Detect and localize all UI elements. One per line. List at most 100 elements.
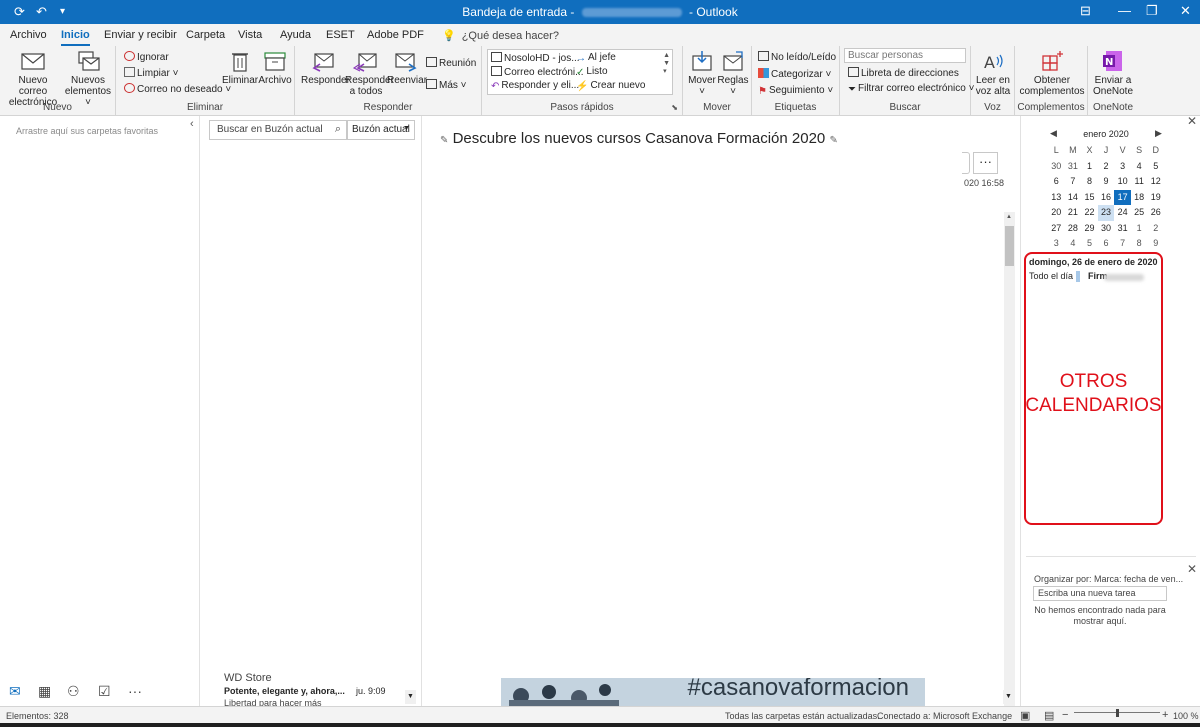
- more-actions-button[interactable]: ···: [973, 152, 998, 174]
- calendar-day[interactable]: 6: [1098, 236, 1115, 252]
- rules-button[interactable]: Reglas ˅: [717, 50, 749, 97]
- calendar-day[interactable]: 5: [1081, 236, 1098, 252]
- calendar-day[interactable]: 8: [1131, 236, 1148, 252]
- new-items-button[interactable]: Nuevos elementos ˅: [64, 50, 112, 108]
- calendar-day[interactable]: 3: [1114, 159, 1131, 175]
- calendar-day[interactable]: 21: [1065, 205, 1082, 221]
- quick-step-al-jefe[interactable]: → Al jefe: [576, 52, 616, 64]
- calendar-day[interactable]: 18: [1131, 190, 1148, 206]
- categorize-button[interactable]: Categorizar ˅: [758, 68, 831, 80]
- quick-step-nosolohd[interactable]: NosoloHD - jos...: [491, 52, 580, 64]
- zoom-level[interactable]: 100 %: [1173, 711, 1199, 721]
- calendar-day[interactable]: 3: [1048, 236, 1065, 252]
- search-icon[interactable]: ⌕: [335, 123, 341, 136]
- calendar-nav-icon[interactable]: ▦: [38, 683, 51, 700]
- calendar-day[interactable]: 4: [1065, 236, 1082, 252]
- close-button[interactable]: ✕: [1180, 3, 1191, 19]
- calendar-day[interactable]: 29: [1081, 221, 1098, 237]
- address-book-button[interactable]: Libreta de direcciones: [848, 67, 959, 79]
- calendar-day[interactable]: 8: [1081, 174, 1098, 190]
- mail-icon[interactable]: ✉: [9, 683, 21, 700]
- close-calendar-peek-icon[interactable]: ✕: [1187, 114, 1197, 128]
- calendar-day[interactable]: 30: [1098, 221, 1115, 237]
- calendar-day[interactable]: 11: [1131, 174, 1148, 190]
- calendar-day[interactable]: 7: [1065, 174, 1082, 190]
- calendar-day[interactable]: 25: [1131, 205, 1148, 221]
- clean-button[interactable]: Limpiar ˅: [124, 67, 178, 79]
- calendar-day[interactable]: 1: [1131, 221, 1148, 237]
- tab-eset[interactable]: ESET: [326, 29, 355, 41]
- zoom-out-icon[interactable]: −: [1062, 709, 1068, 721]
- search-input[interactable]: Buscar en Buzón actual ⌕: [209, 120, 347, 140]
- calendar-day[interactable]: 10: [1114, 174, 1131, 190]
- calendar-day[interactable]: 28: [1065, 221, 1082, 237]
- todo-scrollbar[interactable]: ▼: [1003, 690, 1014, 704]
- calendar-day[interactable]: 31: [1114, 221, 1131, 237]
- archive-button[interactable]: Archivo: [258, 50, 292, 86]
- reading-view-icon[interactable]: ▤: [1044, 709, 1054, 722]
- calendar-day-today[interactable]: 17: [1114, 189, 1131, 205]
- search-people-input[interactable]: Buscar personas: [844, 48, 966, 63]
- filter-mail-button[interactable]: ⏷ Filtrar correo electrónico ˅: [848, 83, 974, 95]
- move-button[interactable]: Mover ˅: [687, 50, 717, 97]
- forward-button[interactable]: Reenviar: [387, 50, 427, 86]
- unread-read-button[interactable]: No leído/Leído: [758, 51, 836, 63]
- reply-button[interactable]: Responder: [301, 50, 350, 86]
- reply-all-button[interactable]: Responder a todos: [345, 50, 394, 97]
- read-aloud-button[interactable]: A Leer en voz alta: [973, 50, 1013, 97]
- junk-button[interactable]: Correo no deseado ˅: [124, 83, 231, 95]
- dialog-launcher-icon[interactable]: ⬊: [671, 103, 678, 112]
- calendar-day[interactable]: 9: [1098, 174, 1115, 190]
- calendar-day[interactable]: 24: [1114, 205, 1131, 221]
- get-addins-button[interactable]: Obtener complementos: [1019, 50, 1085, 97]
- calendar-day[interactable]: 31: [1065, 159, 1082, 175]
- tab-archivo[interactable]: Archivo: [10, 29, 47, 41]
- reading-scroll-thumb[interactable]: [1005, 226, 1014, 266]
- send-to-onenote-button[interactable]: N Enviar a OneNote: [1090, 50, 1136, 97]
- calendar-day[interactable]: 4: [1131, 159, 1148, 175]
- new-task-input[interactable]: Escriba una nueva tarea: [1033, 586, 1167, 601]
- follow-up-button[interactable]: ⚑ Seguimiento ˅: [758, 85, 833, 97]
- calendar-day[interactable]: 12: [1147, 174, 1164, 190]
- tab-ayuda[interactable]: Ayuda: [280, 29, 311, 41]
- calendar-day[interactable]: 26: [1147, 205, 1164, 221]
- calendar-day-selected[interactable]: 23: [1097, 205, 1115, 221]
- reading-scrollbar[interactable]: [1004, 212, 1015, 706]
- tasks-icon[interactable]: ☑: [98, 683, 111, 700]
- restore-button[interactable]: ❐: [1146, 3, 1158, 19]
- meeting-button[interactable]: Reunión: [426, 57, 476, 69]
- calendar-day[interactable]: 20: [1048, 205, 1065, 221]
- quick-step-listo[interactable]: ✓ Listo: [576, 66, 608, 78]
- next-month-icon[interactable]: ▶: [1155, 128, 1162, 139]
- calendar-day[interactable]: 5: [1147, 159, 1164, 175]
- tasks-arrange-by[interactable]: Organizar por: Marca: fecha de ven...: [1034, 574, 1183, 584]
- calendar-day[interactable]: 2: [1147, 221, 1164, 237]
- calendar-day[interactable]: 19: [1147, 190, 1164, 206]
- calendar-day[interactable]: 6: [1048, 174, 1065, 190]
- gallery-scroll-icon[interactable]: ▲ ▼ ▾: [663, 52, 670, 76]
- tab-adobe-pdf[interactable]: Adobe PDF: [367, 29, 424, 41]
- list-scrollbar[interactable]: ▼: [405, 690, 416, 704]
- calendar-day[interactable]: 13: [1048, 190, 1065, 206]
- tell-me-search[interactable]: 💡 ¿Qué desea hacer?: [442, 29, 559, 42]
- calendar-day[interactable]: 15: [1081, 190, 1098, 206]
- calendar-day[interactable]: 2: [1098, 159, 1115, 175]
- tab-enviar-recibir[interactable]: Enviar y recibir: [104, 29, 177, 41]
- quick-step-correo[interactable]: Correo electróni...: [491, 66, 583, 78]
- ribbon-display-icon[interactable]: ⊟: [1080, 3, 1091, 19]
- tab-inicio[interactable]: Inicio: [61, 29, 90, 46]
- delete-button[interactable]: Eliminar: [222, 50, 258, 86]
- calendar-day[interactable]: 1: [1081, 159, 1098, 175]
- more-apps-icon[interactable]: ···: [128, 683, 142, 699]
- close-tasks-peek-icon[interactable]: ✕: [1187, 562, 1197, 576]
- calendar-day[interactable]: 16: [1098, 190, 1115, 206]
- normal-view-icon[interactable]: ▣: [1020, 709, 1030, 722]
- calendar-day[interactable]: 9: [1147, 236, 1164, 252]
- more-respond-button[interactable]: Más ˅: [426, 79, 467, 91]
- ignore-button[interactable]: Ignorar: [124, 51, 169, 63]
- scroll-up-icon[interactable]: ▲: [1006, 214, 1012, 220]
- calendar-day[interactable]: 27: [1048, 221, 1065, 237]
- calendar-day[interactable]: 22: [1081, 205, 1098, 221]
- search-scope-dropdown[interactable]: Buzón actual ▼: [347, 120, 415, 140]
- people-icon[interactable]: ⚇: [67, 683, 80, 700]
